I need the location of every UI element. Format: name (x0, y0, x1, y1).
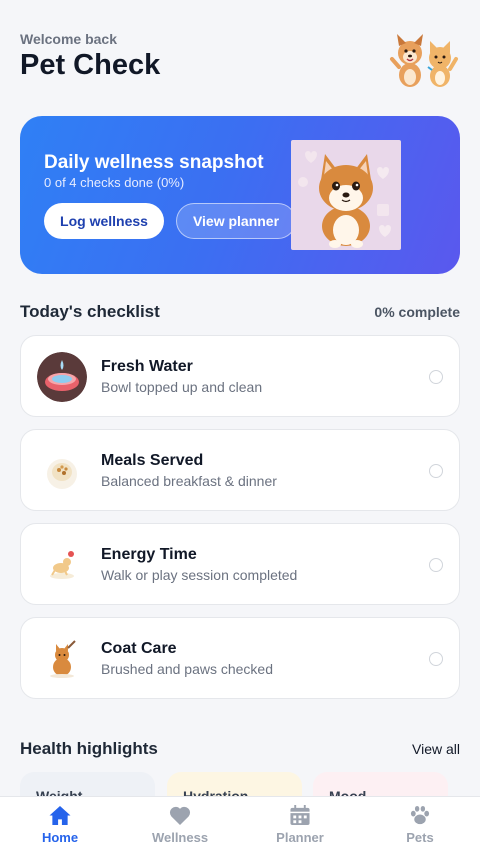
view-planner-button[interactable]: View planner (176, 203, 296, 239)
item-checkbox[interactable] (429, 464, 443, 478)
snapshot-title: Daily wellness snapshot (44, 152, 264, 173)
food-bowl-icon (37, 446, 87, 496)
item-title: Coat Care (101, 640, 177, 657)
item-checkbox[interactable] (429, 370, 443, 384)
tab-wellness[interactable]: Wellness (120, 797, 240, 844)
highlights-title: Health highlights (20, 739, 158, 758)
bottom-tab-bar: Home Wellness Planner Pets (0, 796, 480, 844)
checklist-progress: 0% complete (374, 304, 460, 320)
home-icon (49, 805, 71, 826)
shiba-illustration (291, 140, 401, 250)
view-all-link[interactable]: View all (412, 741, 460, 757)
item-checkbox[interactable] (429, 652, 443, 666)
pets-illustration (388, 31, 460, 89)
tab-label: Home (41, 830, 79, 844)
item-checkbox[interactable] (429, 558, 443, 572)
checklist-title: Today's checklist (20, 302, 160, 321)
tab-home[interactable]: Home (0, 797, 120, 844)
checklist-item[interactable]: Meals Served Balanced breakfast & dinner (20, 429, 460, 511)
item-subtitle: Balanced breakfast & dinner (101, 473, 277, 489)
header: Welcome back Pet Check (20, 31, 460, 91)
item-title: Energy Time (101, 546, 197, 563)
heart-icon (169, 806, 191, 826)
tab-label: Pets (406, 830, 434, 844)
snapshot-progress: 0 of 4 checks done (0%) (44, 175, 185, 190)
tab-planner[interactable]: Planner (240, 797, 360, 844)
checklist-item[interactable]: Fresh Water Bowl topped up and clean (20, 335, 460, 417)
highlights-header: Health highlights View all (20, 739, 460, 759)
calendar-icon (290, 805, 310, 826)
grooming-cat-icon (37, 634, 87, 684)
play-dog-icon (37, 540, 87, 590)
checklist-item[interactable]: Energy Time Walk or play session complet… (20, 523, 460, 605)
tab-label: Planner (276, 830, 324, 844)
tab-label: Wellness (151, 830, 209, 844)
water-bowl-icon (37, 352, 87, 402)
tab-pets[interactable]: Pets (360, 797, 480, 844)
item-subtitle: Walk or play session completed (101, 567, 298, 583)
paw-icon (410, 805, 430, 825)
checklist-item[interactable]: Coat Care Brushed and paws checked (20, 617, 460, 699)
log-wellness-button[interactable]: Log wellness (44, 203, 164, 239)
item-subtitle: Brushed and paws checked (101, 661, 273, 677)
wellness-snapshot-card: Daily wellness snapshot 0 of 4 checks do… (20, 116, 460, 274)
item-title: Meals Served (101, 452, 204, 469)
checklist-header: Today's checklist 0% complete (20, 302, 460, 322)
item-title: Fresh Water (101, 358, 193, 375)
item-subtitle: Bowl topped up and clean (101, 379, 263, 395)
